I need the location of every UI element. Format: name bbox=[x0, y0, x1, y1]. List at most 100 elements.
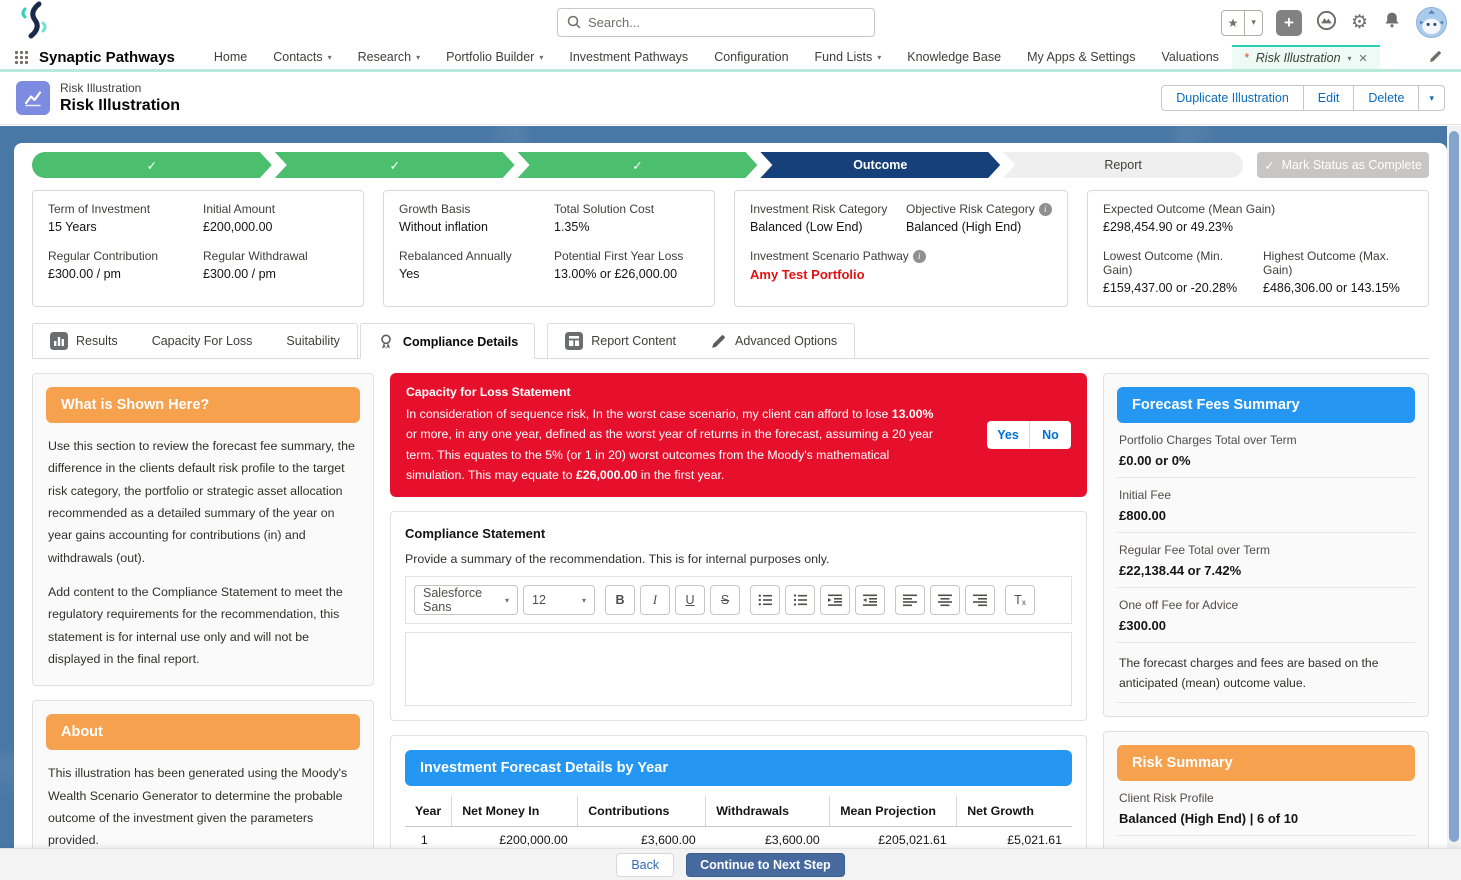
utility-bar: ★ ▾ + ⚙ bbox=[0, 0, 1461, 45]
right-column: Forecast Fees Summary Portfolio Charges … bbox=[1103, 373, 1429, 880]
global-search bbox=[557, 8, 875, 37]
scrollbar-thumb[interactable] bbox=[1449, 131, 1459, 842]
favorites-chevron-icon[interactable]: ▾ bbox=[1244, 10, 1262, 35]
what-is-shown-paragraph-2: Add content to the Compliance Statement … bbox=[48, 584, 343, 666]
tab-compliance-details[interactable]: Compliance Details bbox=[359, 323, 536, 359]
tab-group-right: Report Content Advanced Options bbox=[547, 323, 856, 358]
field-value: Balanced (High End) bbox=[906, 220, 1022, 234]
nav-item-contacts[interactable]: Contacts ▾ bbox=[260, 45, 344, 69]
path-step-1-complete[interactable]: ✓ bbox=[32, 152, 272, 178]
numbered-list-button[interactable] bbox=[785, 585, 815, 616]
check-icon: ✓ bbox=[632, 158, 643, 173]
nav-item-knowledge-base[interactable]: Knowledge Base bbox=[894, 45, 1014, 69]
compliance-statement-title: Compliance Statement bbox=[405, 526, 546, 542]
strikethrough-button[interactable]: S bbox=[710, 585, 740, 616]
check-icon: ✓ bbox=[146, 158, 158, 173]
favorites-control[interactable]: ★ ▾ bbox=[1220, 9, 1263, 36]
field-label: Objective Risk Category i bbox=[906, 202, 1052, 216]
about-text: This illustration has been generated usi… bbox=[48, 766, 348, 848]
compliance-statement-textarea[interactable] bbox=[405, 632, 1072, 707]
compliance-statement-description: Provide a summary of the recommendation.… bbox=[405, 552, 830, 567]
cfl-yes-button[interactable]: Yes bbox=[987, 421, 1029, 449]
tab-risk-illustration[interactable]: * Risk Illustration ▾ ✕ bbox=[1231, 45, 1380, 69]
tab-capacity-for-loss[interactable]: Capacity For Loss bbox=[135, 324, 270, 358]
align-left-button[interactable] bbox=[895, 585, 925, 616]
field-value: Balanced (Low End) bbox=[750, 220, 863, 234]
global-actions-button[interactable]: + bbox=[1275, 9, 1302, 36]
field-value: Without inflation bbox=[399, 220, 488, 234]
user-avatar[interactable] bbox=[1416, 7, 1447, 38]
nav-item-home[interactable]: Home bbox=[201, 45, 260, 69]
indent-button[interactable] bbox=[820, 585, 850, 616]
app-launcher-icon[interactable] bbox=[14, 45, 29, 69]
scenario-pathway-link[interactable]: Amy Test Portfolio bbox=[750, 267, 1052, 282]
field-label: Rebalanced Annually bbox=[399, 249, 512, 263]
search-input[interactable] bbox=[557, 8, 875, 37]
more-actions-chevron[interactable]: ▾ bbox=[1418, 86, 1444, 110]
nav-item-configuration[interactable]: Configuration bbox=[701, 45, 801, 69]
mark-status-complete-button[interactable]: ✓ Mark Status as Complete bbox=[1257, 152, 1429, 178]
tab-advanced-options[interactable]: Advanced Options bbox=[693, 324, 854, 358]
edit-button[interactable]: Edit bbox=[1302, 86, 1354, 110]
field-label: Regular Withdrawal bbox=[203, 249, 308, 263]
content-panel: ✓ ✓ ✓ Outcome Report ✓ Mark Status as Co… bbox=[14, 143, 1447, 880]
chevron-down-icon: ▾ bbox=[504, 595, 509, 605]
delete-button[interactable]: Delete bbox=[1353, 86, 1419, 110]
align-center-button[interactable] bbox=[930, 585, 960, 616]
setup-gear-icon[interactable]: ⚙ bbox=[1351, 13, 1368, 32]
panel-header: Forecast Fees Summary bbox=[1117, 387, 1415, 423]
info-icon[interactable]: i bbox=[1038, 202, 1052, 216]
nav-item-portfolio-builder[interactable]: Portfolio Builder ▾ bbox=[433, 45, 556, 69]
tab-results[interactable]: Results bbox=[33, 324, 135, 358]
check-icon: ✓ bbox=[1264, 158, 1275, 173]
fee-item: One off Fee for Advice £300.00 bbox=[1117, 588, 1415, 643]
font-size-select[interactable]: 12 ▾ bbox=[523, 585, 595, 616]
field-value: 13.00% or £26,000.00 bbox=[554, 267, 678, 281]
chevron-down-icon[interactable]: ▾ bbox=[1348, 54, 1352, 63]
outdent-button[interactable] bbox=[855, 585, 885, 616]
footer-action-bar: Back Continue to Next Step bbox=[0, 848, 1461, 880]
col-withdrawals: Withdrawals bbox=[705, 796, 830, 828]
favorite-star-icon[interactable]: ★ bbox=[1222, 11, 1245, 35]
main-background: ✓ ✓ ✓ Outcome Report ✓ Mark Status as Co… bbox=[0, 126, 1461, 880]
bulleted-list-button[interactable] bbox=[750, 585, 780, 616]
tab-report-content[interactable]: Report Content bbox=[548, 324, 693, 358]
align-right-button[interactable] bbox=[965, 585, 995, 616]
fees-note: The forecast charges and fees are based … bbox=[1117, 643, 1415, 704]
info-icon[interactable]: i bbox=[912, 249, 926, 263]
continue-to-next-step-button[interactable]: Continue to Next Step bbox=[686, 852, 845, 877]
path-step-report[interactable]: Report bbox=[1003, 152, 1243, 178]
notifications-bell-icon[interactable] bbox=[1381, 9, 1403, 36]
font-family-select[interactable]: Salesforce Sans ▾ bbox=[414, 585, 518, 616]
field-label: Term of Investment bbox=[48, 202, 151, 216]
help-trailhead-icon[interactable] bbox=[1315, 9, 1338, 37]
nav-item-fund-lists[interactable]: Fund Lists ▾ bbox=[802, 45, 895, 69]
capacity-for-loss-statement-panel: Capacity for Loss Statement In considera… bbox=[390, 373, 1087, 498]
underline-button[interactable]: U bbox=[675, 585, 705, 616]
tab-group-left: Results Capacity For Loss Suitability bbox=[32, 323, 358, 358]
nav-item-valuations[interactable]: Valuations bbox=[1148, 45, 1231, 69]
vertical-scrollbar[interactable] bbox=[1447, 126, 1461, 848]
table-header-row: Year Net Money In Contributions Withdraw… bbox=[405, 796, 1072, 828]
path-step-outcome[interactable]: Outcome bbox=[760, 152, 1000, 178]
back-button[interactable]: Back bbox=[616, 852, 675, 877]
close-icon[interactable]: ✕ bbox=[1359, 52, 1368, 65]
tab-suitability[interactable]: Suitability bbox=[269, 324, 357, 358]
path-step-2-complete[interactable]: ✓ bbox=[275, 152, 515, 178]
nav-item-research[interactable]: Research ▾ bbox=[345, 45, 434, 69]
panel-header: Risk Summary bbox=[1117, 745, 1415, 782]
chevron-down-icon: ▾ bbox=[327, 52, 332, 62]
nav-item-my-apps-settings[interactable]: My Apps & Settings bbox=[1014, 45, 1148, 69]
nav-item-investment-pathways[interactable]: Investment Pathways bbox=[556, 45, 701, 69]
fee-item: Initial Fee £800.00 bbox=[1117, 478, 1415, 533]
clear-formatting-button[interactable]: Tx bbox=[1005, 585, 1035, 616]
duplicate-illustration-button[interactable]: Duplicate Illustration bbox=[1162, 86, 1303, 110]
app-name: Synaptic Pathways bbox=[39, 48, 175, 66]
growth-basis-card: Growth Basis Without inflation Total Solu… bbox=[383, 190, 715, 307]
italic-button[interactable]: I bbox=[640, 585, 670, 616]
cfl-no-button[interactable]: No bbox=[1029, 421, 1071, 450]
path-step-3-complete[interactable]: ✓ bbox=[518, 152, 758, 178]
edit-pencil-icon[interactable] bbox=[1428, 49, 1443, 69]
bold-button[interactable]: B bbox=[605, 585, 635, 616]
progress-path: ✓ ✓ ✓ Outcome Report ✓ Mark Status as Co… bbox=[32, 152, 1429, 178]
